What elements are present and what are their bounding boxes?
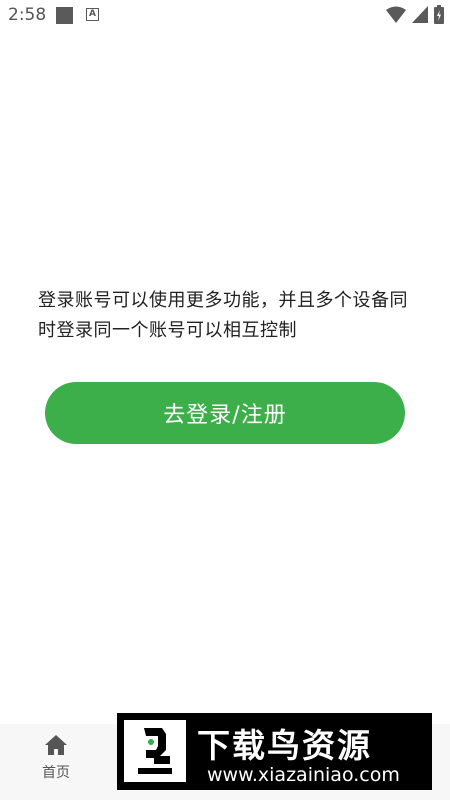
watermark-url: www.xiazainiao.com	[207, 764, 400, 786]
wifi-icon	[386, 6, 406, 23]
login-prompt-message: 登录账号可以使用更多功能，并且多个设备同时登录同一个账号可以相互控制	[38, 290, 408, 341]
bird-logo-icon	[124, 720, 186, 782]
notification-a-icon: A	[86, 8, 99, 21]
nav-home-label: 首页	[42, 765, 70, 781]
status-bar: 2:58 A	[0, 0, 450, 32]
watermark-banner: 下载鸟资源 www.xiazainiao.com	[117, 713, 432, 790]
screen: 2:58 A 登录账号可以使用更多功能，并且多个设备同时登录同一个账号可以相互控…	[0, 0, 450, 800]
nav-home-tab[interactable]: 首页	[26, 734, 86, 794]
status-icons	[386, 5, 444, 24]
battery-icon	[434, 5, 444, 24]
login-register-button[interactable]: 去登录/注册	[45, 382, 405, 444]
cellular-signal-icon	[412, 6, 428, 23]
home-icon	[45, 735, 67, 755]
status-time: 2:58	[8, 5, 47, 25]
watermark-title: 下载鸟资源	[197, 726, 372, 765]
notification-square-icon	[56, 7, 73, 24]
